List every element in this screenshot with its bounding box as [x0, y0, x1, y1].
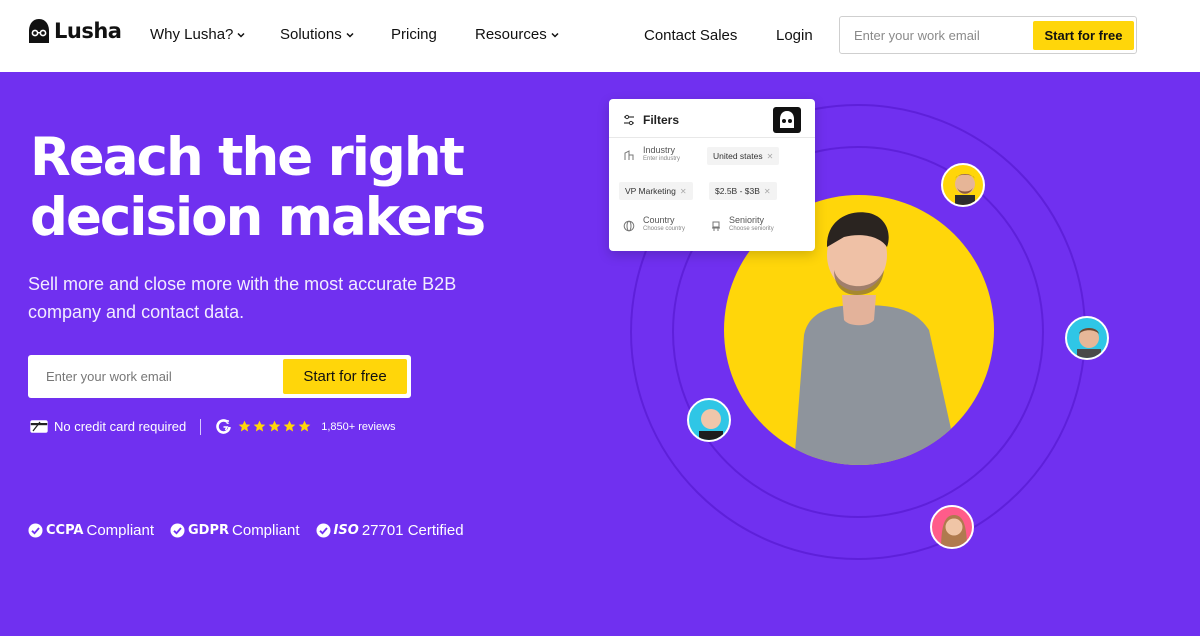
- nav-solutions[interactable]: Solutions: [280, 26, 354, 43]
- nav-label: Pricing: [391, 26, 437, 43]
- badge-text: Compliant: [86, 522, 155, 539]
- chip-label: $2.5B - $3B: [715, 186, 760, 196]
- seat-icon: [712, 221, 720, 231]
- star-icon: [283, 420, 296, 432]
- lusha-logo-icon: [773, 107, 801, 133]
- gdpr-badge: GDPR Compliant: [170, 522, 300, 539]
- star-icon: [253, 420, 266, 432]
- divider: [609, 137, 815, 138]
- nav-label: Solutions: [280, 26, 342, 43]
- header-signup-form: Start for free: [839, 16, 1137, 54]
- star-icon: [238, 420, 251, 432]
- lusha-logo-icon: [29, 19, 49, 43]
- nav-label: Why Lusha?: [150, 26, 234, 43]
- trust-row: No credit card required 2 1,850+ reviews: [30, 418, 396, 435]
- star-icon: [298, 420, 311, 432]
- rating-stars: [238, 420, 311, 433]
- compliance-badges: CCPA Compliant GDPR Compliant ISO 27701 …: [28, 522, 464, 539]
- credit-card-icon: [30, 420, 48, 433]
- check-circle-icon: [316, 523, 331, 538]
- site-header: Lusha Why Lusha? Solutions Pricing Resou…: [0, 0, 1200, 72]
- badge-text: Compliant: [232, 522, 300, 539]
- close-icon[interactable]: ✕: [767, 152, 774, 161]
- chevron-down-icon: [346, 32, 354, 38]
- hero-headline: Reach the right decision makers: [30, 127, 486, 248]
- filter-hint: Choose country: [643, 226, 686, 232]
- nav-label: Resources: [475, 26, 547, 43]
- reviews-count[interactable]: 1,850+ reviews: [321, 421, 395, 433]
- filter-label: Seniority: [729, 215, 765, 225]
- header-start-free-button[interactable]: Start for free: [1033, 21, 1134, 50]
- contact-sales-link[interactable]: Contact Sales: [644, 27, 737, 44]
- country-filter[interactable]: Country Choose country: [643, 215, 685, 232]
- lusha-logo[interactable]: Lusha: [28, 18, 122, 44]
- globe-icon: [623, 220, 635, 232]
- chip-united-states[interactable]: United states ✕: [707, 147, 780, 165]
- industry-filter[interactable]: Industry Enter industry: [643, 145, 680, 162]
- svg-text:2: 2: [227, 420, 230, 426]
- hero-email-input[interactable]: [38, 362, 278, 390]
- check-circle-icon: [28, 523, 43, 538]
- no-credit-card-text: No credit card required: [54, 419, 187, 434]
- nav-why-lusha[interactable]: Why Lusha?: [150, 26, 245, 43]
- filters-card: Filters Industry Enter industry United s…: [609, 99, 815, 251]
- chip-label: VP Marketing: [625, 186, 676, 196]
- chevron-down-icon: [551, 32, 559, 38]
- header-email-input[interactable]: [846, 21, 1026, 49]
- filter-label: Industry: [643, 145, 676, 155]
- avatar: [1065, 316, 1109, 360]
- login-link[interactable]: Login: [776, 27, 813, 44]
- badge-text: 27701 Certified: [361, 522, 464, 539]
- badge-bold: GDPR: [188, 523, 230, 538]
- chip-revenue-range[interactable]: $2.5B - $3B ✕: [709, 182, 777, 200]
- iso-badge: ISO 27701 Certified: [316, 522, 464, 539]
- seniority-filter[interactable]: Seniority Choose seniority: [729, 215, 774, 232]
- nav-pricing[interactable]: Pricing: [391, 26, 437, 43]
- filter-hint: Enter industry: [643, 156, 681, 162]
- brand-name: Lusha: [54, 19, 122, 43]
- filters-title: Filters: [643, 113, 680, 127]
- badge-bold: CCPA: [46, 523, 84, 538]
- avatar: [941, 163, 985, 207]
- nav-resources[interactable]: Resources: [475, 26, 559, 43]
- building-icon: [624, 150, 634, 160]
- g2-icon: 2: [216, 419, 232, 434]
- ccpa-badge: CCPA Compliant: [28, 522, 154, 539]
- check-circle-icon: [170, 523, 185, 538]
- close-icon[interactable]: ✕: [680, 187, 687, 196]
- hero-subheadline: Sell more and close more with the most a…: [28, 274, 457, 322]
- filter-hint: Choose seniority: [729, 226, 774, 232]
- sliders-icon: [624, 114, 634, 126]
- avatar: [930, 505, 974, 549]
- chip-label: United states: [713, 151, 763, 161]
- divider: [200, 418, 202, 435]
- chevron-down-icon: [237, 32, 245, 38]
- badge-bold: ISO: [333, 523, 359, 538]
- filter-label: Country: [643, 215, 675, 225]
- close-icon[interactable]: ✕: [764, 187, 771, 196]
- hero-start-free-button[interactable]: Start for free: [283, 359, 407, 394]
- avatar: [687, 398, 731, 442]
- star-icon: [268, 420, 281, 432]
- hero-signup-form: Start for free: [28, 355, 411, 398]
- chip-vp-marketing[interactable]: VP Marketing ✕: [619, 182, 693, 200]
